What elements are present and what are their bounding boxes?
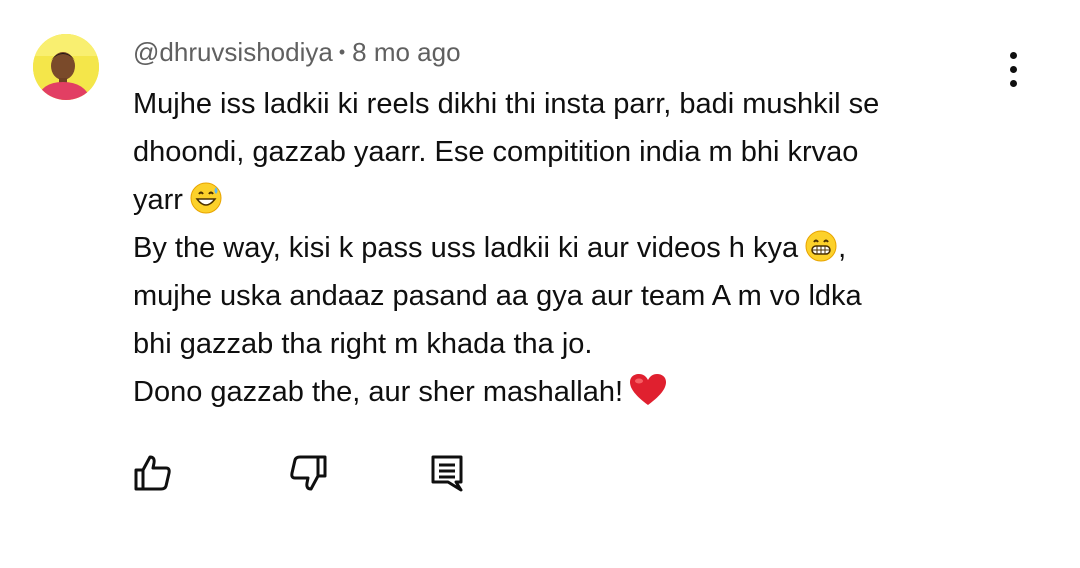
comment-line: Dono gazzab the, aur sher mashallah!	[133, 368, 1013, 416]
meta-separator: •	[338, 42, 346, 62]
red-heart-emoji	[629, 373, 667, 422]
thumbs-down-icon	[290, 455, 327, 491]
comment-line: yarr	[133, 176, 1013, 224]
reply-comment-icon	[431, 455, 463, 492]
grimace-emoji	[804, 229, 838, 278]
comment-line: By the way, kisi k pass uss ladkii ki au…	[133, 224, 1013, 272]
reply-button[interactable]	[426, 452, 468, 494]
comment-line: dhoondi, gazzab yaarr. Ese compitition i…	[133, 136, 859, 168]
comment-line: bhi gazzab tha right m khada tha jo.	[133, 328, 593, 360]
comment-line: Mujhe iss ladkii ki reels dikhi thi inst…	[133, 88, 880, 120]
like-button[interactable]	[132, 452, 174, 494]
comment-line: mujhe uska andaaz pasand aa gya aur team…	[133, 280, 862, 312]
thumbs-up-icon	[134, 455, 171, 491]
comment-body: Mujhe iss ladkii ki reels dikhi thi inst…	[133, 80, 1013, 416]
comment-username[interactable]: @dhruvsishodiya	[133, 37, 333, 67]
comment-timestamp: 8 mo ago	[352, 37, 461, 67]
dislike-button[interactable]	[287, 452, 329, 494]
avatar[interactable]	[33, 34, 99, 100]
comment-meta: @dhruvsishodiya • 8 mo ago	[133, 34, 461, 70]
grin-sweat-emoji	[189, 181, 223, 230]
